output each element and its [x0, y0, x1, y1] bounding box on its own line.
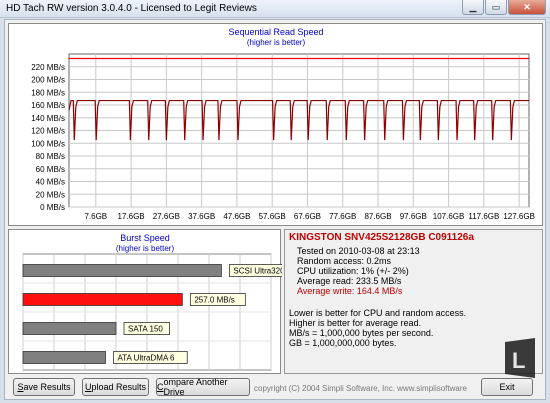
burst-bar	[22, 322, 117, 335]
exit-button[interactable]: Exit	[481, 378, 533, 396]
upload-results-button[interactable]: Upload Results	[82, 378, 149, 396]
legit-reviews-logo-icon: L	[505, 338, 535, 378]
x-tick-label: 47.6GB	[223, 212, 250, 221]
burst-bar-label: SCSI Ultra320	[233, 267, 282, 276]
copyright-text: copyright (C) 2004 Simpli Software, Inc.…	[254, 384, 467, 393]
y-tick-label: 160 MB/s	[31, 101, 65, 110]
y-tick-label: 180 MB/s	[31, 88, 65, 97]
exit-label: Exit	[499, 382, 515, 392]
x-tick-label: 37.6GB	[188, 212, 215, 221]
average-read: Average read: 233.5 MB/s	[297, 276, 402, 286]
burst-bar-label: 257.0 MB/s	[194, 296, 234, 305]
drive-name: KINGSTON SNV425S2128GB C091126a	[289, 232, 474, 243]
x-tick-label: 17.6GB	[118, 212, 145, 221]
cpu-utilization: CPU utilization: 1% (+/- 2%)	[297, 266, 409, 276]
save-results-button[interactable]: Save Results	[13, 378, 75, 396]
y-tick-label: 20 MB/s	[36, 190, 65, 199]
burst-title: Burst Speed	[120, 233, 170, 243]
burst-bar-label: ATA UltraDMA 6	[117, 354, 175, 363]
sequential-read-chart: Sequential Read Speed(higher is better) 0…	[31, 27, 535, 221]
note-line: Higher is better for average read.	[289, 318, 422, 328]
tested-on: Tested on 2010-03-08 at 23:13	[297, 246, 420, 256]
x-tick-label: 127.6GB	[503, 212, 535, 221]
maximize-button[interactable]: ▭	[485, 0, 507, 15]
x-tick-label: 117.6GB	[468, 212, 499, 221]
y-tick-label: 220 MB/s	[31, 63, 65, 72]
upload-results-label: pload Results	[91, 382, 147, 392]
svg-text:L: L	[512, 348, 525, 373]
x-tick-label: 57.6GB	[259, 212, 286, 221]
average-write: Average write: 164.4 MB/s	[297, 286, 403, 296]
x-tick-label: 97.6GB	[400, 212, 427, 221]
y-tick-label: 100 MB/s	[31, 139, 65, 148]
burst-bar	[22, 293, 183, 306]
compare-drive-label: ompare Another Drive	[163, 377, 228, 397]
chart-subtitle: (higher is better)	[247, 38, 306, 47]
y-tick-label: 140 MB/s	[31, 114, 65, 123]
x-tick-label: 77.6GB	[329, 212, 356, 221]
y-tick-label: 200 MB/s	[31, 76, 65, 85]
burst-speed-chart: Burst Speed(higher is better) SCSI Ultra3…	[22, 233, 282, 371]
x-tick-label: 27.6GB	[153, 212, 180, 221]
window-title: HD Tach RW version 3.0.4.0 - Licensed to…	[6, 3, 257, 14]
title-bar: HD Tach RW version 3.0.4.0 - Licensed to…	[0, 0, 550, 18]
burst-subtitle: (higher is better)	[116, 244, 175, 253]
x-tick-label: 67.6GB	[294, 212, 321, 221]
x-tick-label: 107.6GB	[433, 212, 465, 221]
minimize-button[interactable]: ▁	[462, 0, 484, 15]
app-window: Sequential Read Speed (higher is better) 0…	[4, 19, 546, 400]
y-tick-label: 60 MB/s	[36, 165, 65, 174]
x-tick-label: 7.6GB	[84, 212, 107, 221]
burst-bar	[22, 264, 222, 277]
y-tick-label: 40 MB/s	[36, 178, 65, 187]
y-tick-label: 0 MB/s	[40, 203, 65, 212]
compare-drive-button[interactable]: Compare Another Drive	[156, 377, 250, 397]
y-tick-label: 120 MB/s	[31, 127, 65, 136]
random-access: Random access: 0.2ms	[297, 256, 392, 266]
sequential-read-panel: Sequential Read Speed (higher is better) 0…	[8, 23, 543, 226]
save-results-label: ave Results	[23, 382, 71, 392]
burst-bar	[22, 351, 106, 364]
window-controls: ▁ ▭ ✕	[461, 0, 546, 17]
x-tick-label: 87.6GB	[364, 212, 391, 221]
burst-bar-label: SATA 150	[128, 325, 163, 334]
chart-title: Sequential Read Speed	[228, 27, 323, 37]
note-line: Lower is better for CPU and random acces…	[289, 308, 467, 318]
y-tick-label: 80 MB/s	[36, 152, 65, 161]
close-button[interactable]: ✕	[508, 0, 546, 15]
note-line: GB = 1,000,000,000 bytes.	[289, 338, 397, 348]
note-line: MB/s = 1,000,000 bytes per second.	[289, 328, 434, 338]
burst-speed-panel: Burst Speed (higher is better) SCSI Ultra3…	[8, 229, 282, 374]
